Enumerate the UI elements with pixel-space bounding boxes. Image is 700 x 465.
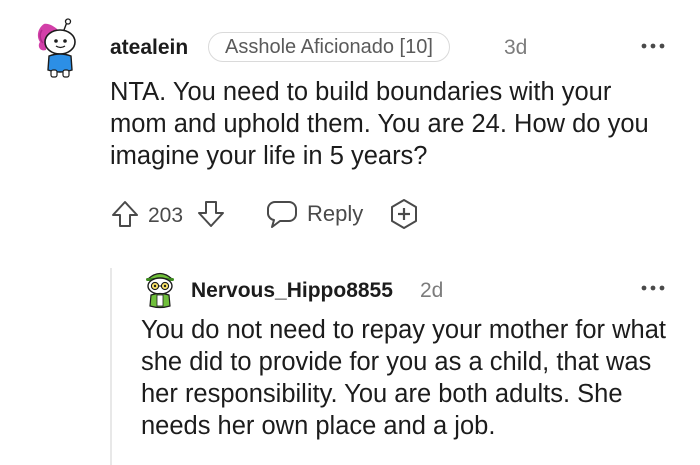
award-button[interactable] (388, 198, 420, 230)
comment-author[interactable]: atealein (110, 34, 188, 62)
more-options-icon (641, 43, 665, 49)
speech-bubble-icon (267, 201, 297, 228)
more-options-button[interactable] (640, 38, 666, 54)
reply-author[interactable]: Nervous_Hippo8855 (191, 277, 393, 305)
upvote-arrow-icon (112, 201, 138, 227)
award-plus-icon (391, 199, 417, 229)
comment-body: NTA. You need to build boundaries with y… (110, 78, 649, 170)
downvote-arrow-icon (198, 201, 224, 227)
user-flair: Asshole Aficionado [10] (208, 32, 450, 62)
snoo-avatar-icon (37, 18, 76, 78)
upvote-button[interactable] (110, 199, 140, 229)
user-avatar[interactable] (34, 18, 84, 80)
reply-body: You do not need to repay your mother for… (141, 316, 666, 440)
thread-line[interactable] (110, 268, 112, 465)
more-options-icon (641, 285, 665, 291)
reply-timestamp[interactable]: 2d (420, 277, 443, 305)
reply-user-avatar[interactable] (140, 268, 180, 310)
snoo-avatar-icon (146, 272, 174, 309)
reply-label: Reply (307, 201, 364, 226)
comment-timestamp[interactable]: 3d (504, 34, 527, 62)
reply-button[interactable]: Reply (266, 198, 363, 230)
vote-score: 203 (148, 204, 184, 227)
reply-more-options-button[interactable] (640, 280, 666, 296)
downvote-button[interactable] (196, 199, 226, 229)
